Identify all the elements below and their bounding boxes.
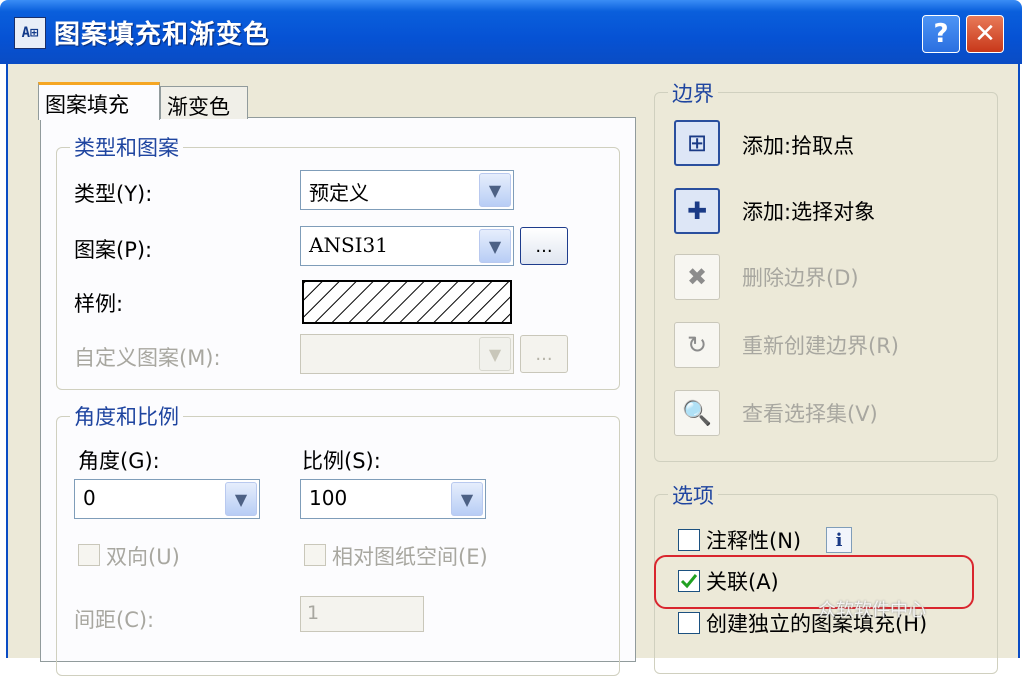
app-icon: A⊞ — [14, 17, 46, 49]
double-label: 双向(U) — [106, 545, 180, 569]
pattern-value: ANSI31 — [309, 233, 388, 257]
help-button[interactable]: ? — [922, 15, 960, 53]
custom-pattern-browse-button[interactable]: ... — [520, 335, 568, 373]
scale-combo[interactable]: 100 ▼ — [300, 479, 486, 519]
add-select-objects-icon[interactable]: ✚ — [674, 188, 720, 234]
type-pattern-group-title: 类型和图案 — [70, 132, 183, 162]
tab-gradient[interactable]: 渐变色 — [160, 86, 248, 119]
scale-value: 100 — [309, 486, 348, 510]
pattern-label: 图案(P): — [74, 238, 153, 262]
separate-hatches-checkbox[interactable] — [678, 612, 700, 634]
view-selection-button[interactable]: 查看选择集(V) — [742, 398, 878, 428]
close-button[interactable]: ✕ — [966, 15, 1004, 53]
remove-boundary-icon[interactable]: ✖ — [674, 254, 720, 300]
watermark: 众软软件中心 — [818, 600, 926, 621]
pattern-sample-preview[interactable] — [302, 280, 512, 324]
custom-pattern-label: 自定义图案(M): — [74, 346, 221, 370]
hatch-pattern-icon — [304, 282, 510, 322]
dialog-client-area: 图案填充 渐变色 类型和图案 类型(Y): 预定义 ▼ 图案(P): ANSI3… — [6, 64, 1020, 676]
angle-scale-group-title: 角度和比例 — [70, 401, 183, 431]
annotative-checkbox[interactable] — [678, 529, 700, 551]
add-pick-points-icon[interactable]: ⊞ — [674, 120, 720, 166]
angle-combo[interactable]: 0 ▼ — [74, 479, 260, 519]
spacing-value: 1 — [307, 602, 320, 624]
chevron-down-icon[interactable]: ▼ — [451, 482, 483, 516]
scale-label: 比例(S): — [302, 449, 381, 473]
angle-value: 0 — [83, 486, 96, 510]
info-icon[interactable]: i — [826, 527, 852, 553]
sample-label: 样例: — [74, 292, 124, 316]
angle-label: 角度(G): — [78, 449, 160, 473]
annotative-label: 注释性(N) — [706, 529, 802, 553]
options-group-title: 选项 — [668, 480, 718, 510]
chevron-down-icon[interactable]: ▼ — [479, 173, 511, 207]
chevron-down-icon[interactable]: ▼ — [479, 337, 511, 371]
tab-gradient-label: 渐变色 — [167, 95, 230, 119]
spacing-label: 间距(C): — [74, 608, 155, 632]
boundary-group-title: 边界 — [668, 78, 718, 108]
spacing-input[interactable]: 1 — [300, 596, 424, 632]
pattern-combo[interactable]: ANSI31 ▼ — [300, 226, 514, 266]
add-pick-points-button[interactable]: 添加:拾取点 — [742, 130, 854, 160]
annotation-highlight — [654, 555, 974, 609]
title-bar: A⊞ 图案填充和渐变色 ? ✕ — [0, 0, 1022, 64]
double-checkbox[interactable] — [78, 544, 100, 566]
chevron-down-icon[interactable]: ▼ — [479, 229, 511, 263]
type-value: 预定义 — [309, 181, 369, 205]
type-combo[interactable]: 预定义 ▼ — [300, 170, 514, 210]
add-select-objects-button[interactable]: 添加:选择对象 — [742, 196, 875, 226]
view-selection-icon[interactable]: 🔍 — [674, 390, 720, 436]
remove-boundary-button[interactable]: 删除边界(D) — [742, 262, 859, 292]
tab-hatch[interactable]: 图案填充 — [38, 82, 160, 120]
window-title: 图案填充和渐变色 — [54, 20, 271, 50]
custom-pattern-combo[interactable]: ▼ — [300, 334, 514, 374]
type-label: 类型(Y): — [74, 182, 153, 206]
tab-hatch-label: 图案填充 — [45, 93, 129, 117]
relative-paper-space-label: 相对图纸空间(E) — [332, 545, 488, 569]
recreate-boundary-button[interactable]: 重新创建边界(R) — [742, 330, 899, 360]
pattern-browse-button[interactable]: ... — [520, 227, 568, 265]
chevron-down-icon[interactable]: ▼ — [225, 482, 257, 516]
recreate-boundary-icon[interactable]: ↻ — [674, 322, 720, 368]
relative-paper-space-checkbox[interactable] — [304, 544, 326, 566]
